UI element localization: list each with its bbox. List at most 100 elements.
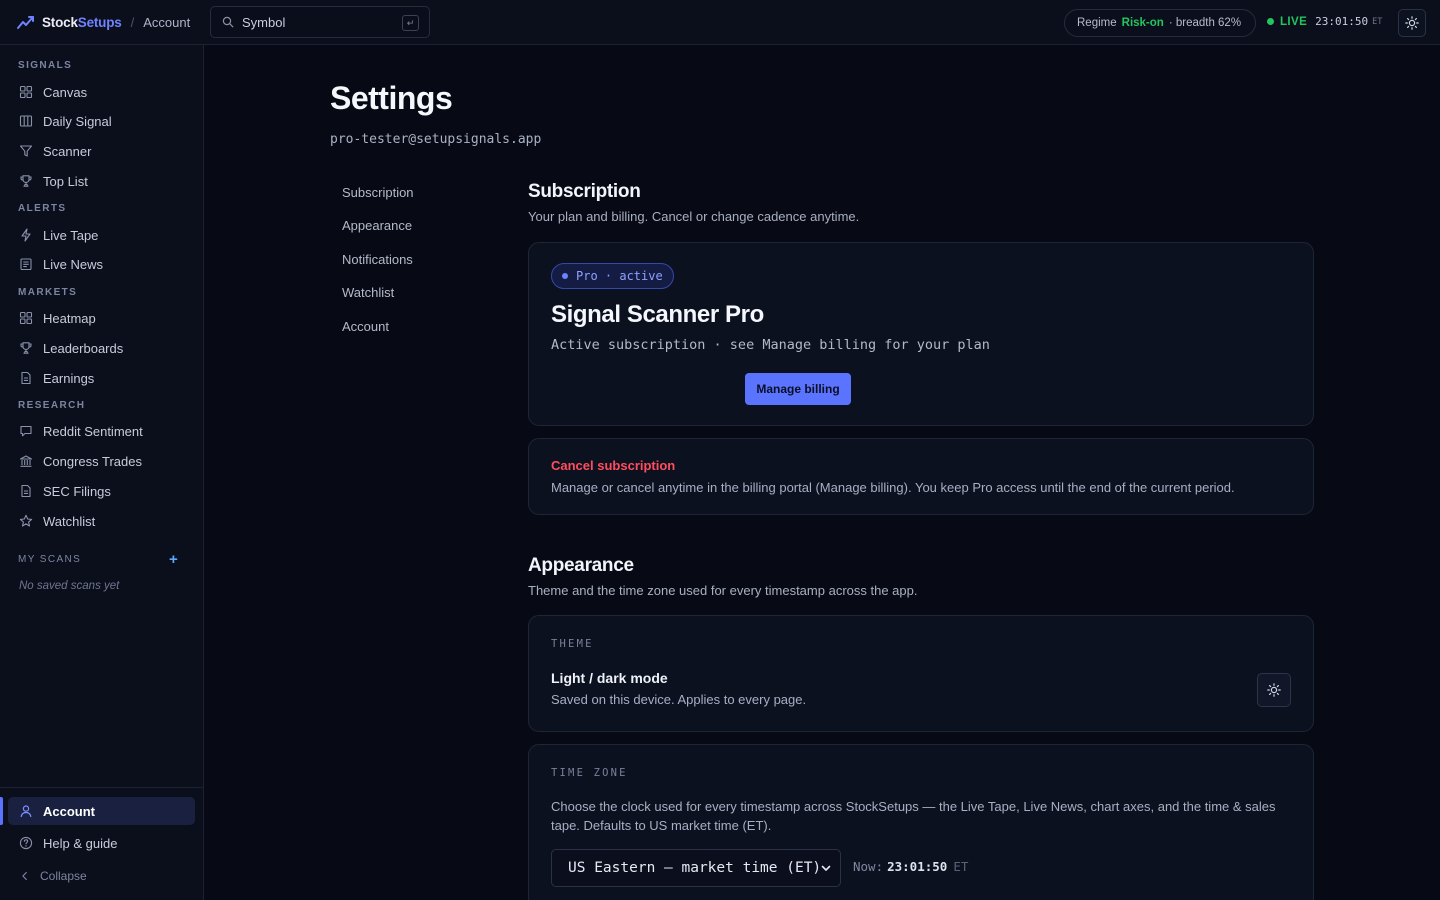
sidebar-item-label: SEC Filings (43, 483, 111, 499)
theme-mode-toggle[interactable] (1257, 673, 1291, 707)
sidebar-divider (0, 787, 204, 788)
sidebar-item-heatmap[interactable]: Heatmap (8, 304, 195, 332)
regime-indicator[interactable]: Regime Risk-on · breadth 62% (1064, 9, 1256, 37)
trend-chart-icon (17, 16, 34, 29)
chevron-down-icon (821, 865, 831, 871)
chat-bubble-icon (20, 425, 32, 437)
grid-icon (19, 311, 33, 325)
search-input[interactable] (242, 14, 392, 30)
sun-icon (1267, 683, 1281, 697)
appearance-description: Theme and the time zone used for every t… (528, 583, 918, 598)
active-indicator (0, 797, 3, 825)
sidebar-item-label: Account (43, 803, 95, 819)
no-scans-message: No saved scans yet (19, 580, 120, 592)
top-bar: StockSetups / Account ↵ Regime Risk-on ·… (0, 0, 1440, 45)
sidebar-item-label: Canvas (43, 84, 88, 100)
sidebar-item-sec-filings[interactable]: SEC Filings (8, 477, 195, 505)
live-dot-icon (1267, 18, 1274, 25)
plan-status-text: Active subscription · see Manage billing… (551, 337, 990, 353)
brand-name: StockSetups (42, 14, 122, 30)
sidebar-item-canvas[interactable]: Canvas (8, 78, 195, 106)
breadcrumb[interactable]: Account (143, 15, 190, 30)
sidebar-item-label: Heatmap (43, 310, 96, 326)
timezone-now: Now: 23:01:50 ET (853, 859, 968, 874)
cancel-subscription-title: Cancel subscription (551, 458, 676, 473)
sidebar-item-account[interactable]: Account (8, 797, 195, 825)
cancel-subscription-text: Manage or cancel anytime in the billing … (551, 480, 1235, 495)
user-email: pro-tester@setupsignals.app (330, 132, 542, 147)
search-icon (222, 16, 234, 28)
live-timezone: ET (1372, 16, 1383, 27)
sidebar-item-label: Top List (43, 173, 88, 189)
sidebar-item-earnings[interactable]: Earnings (8, 364, 195, 392)
trophy-icon (20, 175, 32, 187)
document-icon (21, 371, 31, 385)
sidebar-item-scanner[interactable]: Scanner (8, 137, 195, 165)
timezone-description: Choose the clock used for every timestam… (551, 799, 1276, 833)
page-title: Settings (330, 80, 453, 116)
sidebar: SIGNALS Canvas Daily Signal Scanner Top … (0, 45, 204, 900)
newspaper-icon (20, 258, 32, 271)
timezone-select[interactable]: US Eastern — market time (ET) (551, 849, 841, 887)
sidebar-item-label: Watchlist (43, 513, 96, 529)
subnav-account[interactable]: Account (342, 319, 389, 334)
help-circle-icon (19, 836, 33, 850)
sidebar-item-label: Scanner (43, 143, 92, 159)
sidebar-item-live-tape[interactable]: Live Tape (8, 221, 195, 249)
sidebar-item-reddit-sentiment[interactable]: Reddit Sentiment (8, 417, 195, 445)
sidebar-item-label: Earnings (43, 370, 95, 386)
section-alerts: ALERTS (18, 203, 67, 214)
subnav-subscription[interactable]: Subscription (342, 185, 414, 200)
plan-card: Pro · active Signal Scanner Pro Active s… (528, 242, 1314, 426)
sun-icon (1405, 16, 1419, 30)
add-scan-button[interactable]: + (169, 551, 178, 568)
chevron-left-icon (22, 872, 27, 880)
sidebar-item-leaderboards[interactable]: Leaderboards (8, 334, 195, 362)
sidebar-item-label: Reddit Sentiment (43, 423, 143, 439)
sidebar-item-top-list[interactable]: Top List (8, 167, 195, 195)
subnav-watchlist[interactable]: Watchlist (342, 285, 394, 300)
now-timezone: ET (953, 859, 969, 874)
section-signals: SIGNALS (18, 60, 73, 71)
filter-icon (19, 145, 33, 157)
badge-label: Pro · active (576, 269, 663, 283)
breadth-value: · breadth 62% (1168, 17, 1242, 29)
timezone-label: TIME ZONE (551, 767, 628, 779)
section-research: RESEARCH (18, 400, 86, 411)
document-icon (21, 484, 31, 498)
capitol-icon (19, 455, 33, 467)
sidebar-item-watchlist[interactable]: Watchlist (8, 507, 195, 535)
sidebar-item-daily-signal[interactable]: Daily Signal (8, 107, 195, 135)
grid-icon (19, 85, 33, 99)
sidebar-item-label: Congress Trades (43, 453, 142, 469)
section-my-scans: MY SCANS (18, 554, 82, 565)
brand-logo[interactable]: StockSetups (16, 12, 122, 32)
manage-billing-button[interactable]: Manage billing (745, 373, 851, 405)
theme-title: Light / dark mode (551, 670, 668, 686)
lightning-icon (21, 228, 31, 242)
section-markets: MARKETS (18, 287, 78, 298)
plan-status-badge: Pro · active (551, 263, 674, 289)
appearance-heading: Appearance (528, 555, 634, 576)
symbol-search[interactable]: ↵ (210, 6, 430, 38)
subscription-description: Your plan and billing. Cancel or change … (528, 209, 860, 224)
status-dot-icon (562, 273, 568, 279)
columns-icon (19, 115, 33, 127)
sidebar-item-live-news[interactable]: Live News (8, 250, 195, 278)
theme-subtitle: Saved on this device. Applies to every p… (551, 692, 807, 707)
breadcrumb-separator: / (130, 14, 135, 30)
sidebar-item-help[interactable]: Help & guide (8, 829, 195, 857)
sidebar-item-congress-trades[interactable]: Congress Trades (8, 447, 195, 475)
timezone-card: TIME ZONE Choose the clock used for ever… (528, 744, 1314, 900)
sidebar-item-label: Daily Signal (43, 113, 112, 129)
collapse-sidebar-button[interactable]: Collapse (8, 862, 195, 890)
subnav-appearance[interactable]: Appearance (342, 218, 412, 233)
subnav-notifications[interactable]: Notifications (342, 252, 413, 267)
sidebar-item-label: Leaderboards (43, 340, 124, 356)
live-status: LIVE 23:01:50 ET (1267, 15, 1382, 28)
subscription-heading: Subscription (528, 181, 641, 202)
sidebar-item-label: Help & guide (43, 835, 118, 851)
theme-toggle-button[interactable] (1398, 9, 1426, 37)
sidebar-item-label: Live Tape (43, 227, 99, 243)
regime-label: Regime (1077, 17, 1117, 29)
